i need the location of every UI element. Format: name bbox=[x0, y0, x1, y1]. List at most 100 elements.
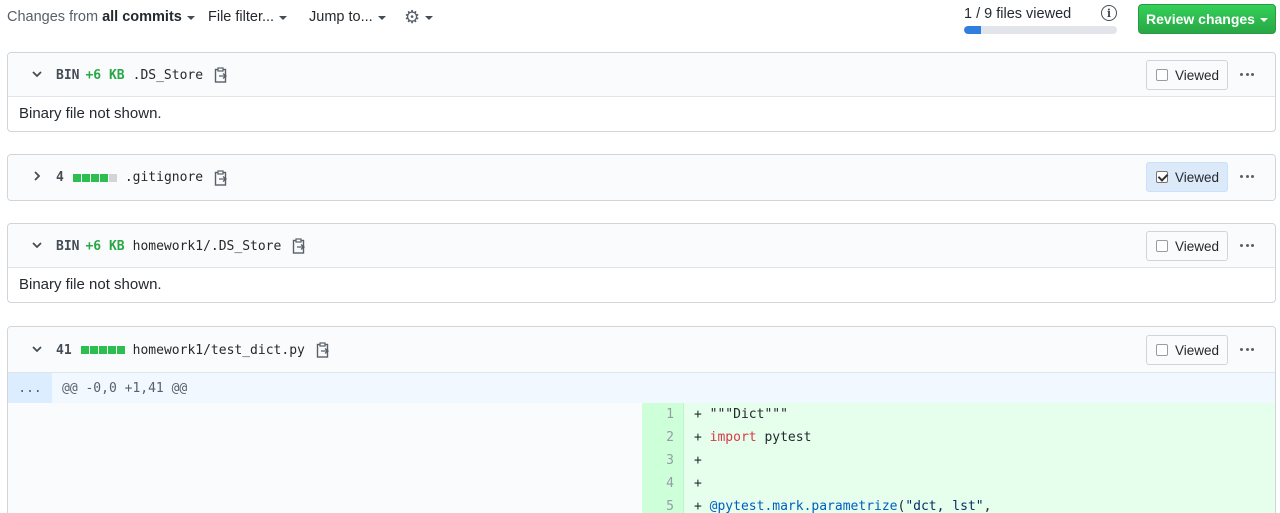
line-number[interactable]: 5 bbox=[642, 495, 684, 513]
code-token: pytest bbox=[756, 430, 812, 445]
diff-line: 2 + import pytest bbox=[8, 426, 1275, 449]
line-number[interactable]: 1 bbox=[642, 403, 684, 426]
hunk-header: @@ -0,0 +1,41 @@ bbox=[62, 380, 188, 396]
chevron-down-icon[interactable] bbox=[29, 341, 45, 357]
file-header: BIN +6 KB .DS_Store Viewed bbox=[8, 53, 1275, 97]
changed-lines-count: 4 bbox=[56, 170, 64, 185]
caret-down-icon bbox=[279, 15, 288, 20]
viewed-toggle[interactable]: Viewed bbox=[1146, 162, 1228, 192]
code-line: + """Dict""" bbox=[684, 403, 1275, 426]
gear-icon: ⚙ bbox=[404, 7, 421, 27]
changes-from-prefix: Changes from bbox=[7, 9, 99, 25]
file-diff-test-dict: 41 homework1/test_dict.py Viewed ... @@ … bbox=[7, 326, 1276, 513]
added-marker: + bbox=[694, 407, 710, 422]
code-token: import bbox=[709, 430, 757, 445]
diff-toolbar: Changes from all commits File filter... … bbox=[0, 0, 1280, 38]
file-filter-label: File filter... bbox=[208, 9, 275, 25]
review-changes-label: Review changes bbox=[1146, 11, 1255, 27]
diff-left-empty bbox=[8, 449, 642, 472]
code-token: @pytest.mark.parametrize bbox=[709, 499, 898, 513]
binary-label: BIN bbox=[56, 67, 80, 83]
viewed-toggle[interactable]: Viewed bbox=[1146, 335, 1228, 365]
viewed-label: Viewed bbox=[1175, 67, 1220, 83]
diff-left-empty bbox=[8, 495, 642, 513]
kebab-menu-icon[interactable] bbox=[1240, 168, 1254, 184]
file-header: 41 homework1/test_dict.py Viewed bbox=[8, 327, 1275, 373]
jump-to-dropdown[interactable]: Jump to... bbox=[309, 9, 386, 25]
changes-from-dropdown[interactable]: Changes from all commits bbox=[7, 9, 195, 25]
code-token: """Dict""" bbox=[709, 407, 788, 422]
binary-label: BIN bbox=[56, 238, 80, 254]
clipboard-icon[interactable] bbox=[316, 342, 330, 358]
viewed-checkbox[interactable] bbox=[1156, 171, 1168, 183]
kebab-menu-icon[interactable] bbox=[1240, 237, 1254, 253]
file-name-link[interactable]: homework1/test_dict.py bbox=[133, 343, 305, 358]
binary-notice: Binary file not shown. bbox=[19, 105, 162, 122]
progress-bar bbox=[964, 26, 1117, 34]
info-icon[interactable]: i bbox=[1101, 5, 1117, 21]
diff-lines: 1 + """Dict""" 2 + import pytest 3 + 4 + 5 + @p… bbox=[8, 403, 1275, 513]
changed-lines-count: 41 bbox=[56, 342, 72, 358]
diff-left-empty bbox=[8, 403, 642, 426]
diff-line: 1 + """Dict""" bbox=[8, 403, 1275, 426]
file-filter-dropdown[interactable]: File filter... bbox=[208, 9, 288, 25]
clipboard-icon[interactable] bbox=[292, 238, 306, 254]
kebab-menu-icon[interactable] bbox=[1240, 66, 1254, 82]
hunk-header-row: ... @@ -0,0 +1,41 @@ bbox=[8, 373, 1275, 403]
code-line: + @pytest.mark.parametrize("dct, lst", bbox=[684, 495, 1275, 513]
line-number[interactable]: 3 bbox=[642, 449, 684, 472]
viewed-checkbox[interactable] bbox=[1156, 69, 1168, 81]
added-marker: + bbox=[694, 453, 710, 468]
binary-notice: Binary file not shown. bbox=[19, 276, 162, 293]
viewed-checkbox[interactable] bbox=[1156, 240, 1168, 252]
file-name-link[interactable]: homework1/.DS_Store bbox=[133, 239, 282, 254]
code-line: + bbox=[684, 472, 1275, 495]
diff-line: 3 + bbox=[8, 449, 1275, 472]
caret-down-icon bbox=[377, 15, 386, 20]
viewed-toggle[interactable]: Viewed bbox=[1146, 60, 1228, 90]
expand-hunk-button[interactable]: ... bbox=[8, 373, 52, 403]
added-marker: + bbox=[694, 499, 710, 513]
caret-down-icon bbox=[425, 15, 434, 20]
progress-fill bbox=[964, 26, 981, 34]
file-diff-homework1-ds-store: BIN +6 KB homework1/.DS_Store Viewed Bin… bbox=[7, 223, 1276, 303]
chevron-down-icon[interactable] bbox=[29, 237, 45, 253]
file-name-link[interactable]: .gitignore bbox=[125, 170, 203, 185]
file-header: BIN +6 KB homework1/.DS_Store Viewed bbox=[8, 224, 1275, 268]
kebab-menu-icon[interactable] bbox=[1240, 341, 1254, 357]
settings-dropdown[interactable]: ⚙ bbox=[404, 7, 434, 27]
viewed-checkbox[interactable] bbox=[1156, 344, 1168, 356]
changes-from-value: all commits bbox=[102, 9, 182, 25]
diff-line: 5 + @pytest.mark.parametrize("dct, lst", bbox=[8, 495, 1275, 513]
file-header: 4 .gitignore Viewed bbox=[8, 155, 1275, 200]
viewed-label: Viewed bbox=[1175, 238, 1220, 254]
code-token: "dct, lst" bbox=[905, 499, 984, 513]
line-number[interactable]: 2 bbox=[642, 426, 684, 449]
viewed-label: Viewed bbox=[1175, 169, 1220, 185]
files-viewed-text: 1 / 9 files viewed bbox=[964, 6, 1072, 22]
size-added: +6 KB bbox=[85, 67, 125, 83]
diff-left-empty bbox=[8, 426, 642, 449]
code-token: , bbox=[983, 499, 992, 513]
diffstat-blocks bbox=[80, 346, 125, 354]
code-token: ( bbox=[897, 499, 906, 513]
jump-to-label: Jump to... bbox=[309, 9, 373, 25]
review-changes-button[interactable]: Review changes bbox=[1138, 4, 1276, 34]
chevron-down-icon[interactable] bbox=[29, 66, 45, 82]
code-line: + bbox=[684, 449, 1275, 472]
file-diff-ds-store: BIN +6 KB .DS_Store Viewed Binary file n… bbox=[7, 52, 1276, 132]
diffstat-blocks bbox=[72, 173, 117, 182]
caret-down-icon bbox=[186, 15, 195, 20]
line-number[interactable]: 4 bbox=[642, 472, 684, 495]
file-name-link[interactable]: .DS_Store bbox=[133, 68, 203, 83]
chevron-right-icon[interactable] bbox=[29, 168, 45, 184]
files-viewed-progress: 1 / 9 files viewed bbox=[964, 6, 1118, 34]
diff-line: 4 + bbox=[8, 472, 1275, 495]
code-line: + import pytest bbox=[684, 426, 1275, 449]
diff-left-empty bbox=[8, 472, 642, 495]
clipboard-icon[interactable] bbox=[214, 169, 228, 186]
added-marker: + bbox=[694, 430, 710, 445]
viewed-label: Viewed bbox=[1175, 342, 1220, 358]
clipboard-icon[interactable] bbox=[214, 67, 228, 83]
viewed-toggle[interactable]: Viewed bbox=[1146, 231, 1228, 261]
